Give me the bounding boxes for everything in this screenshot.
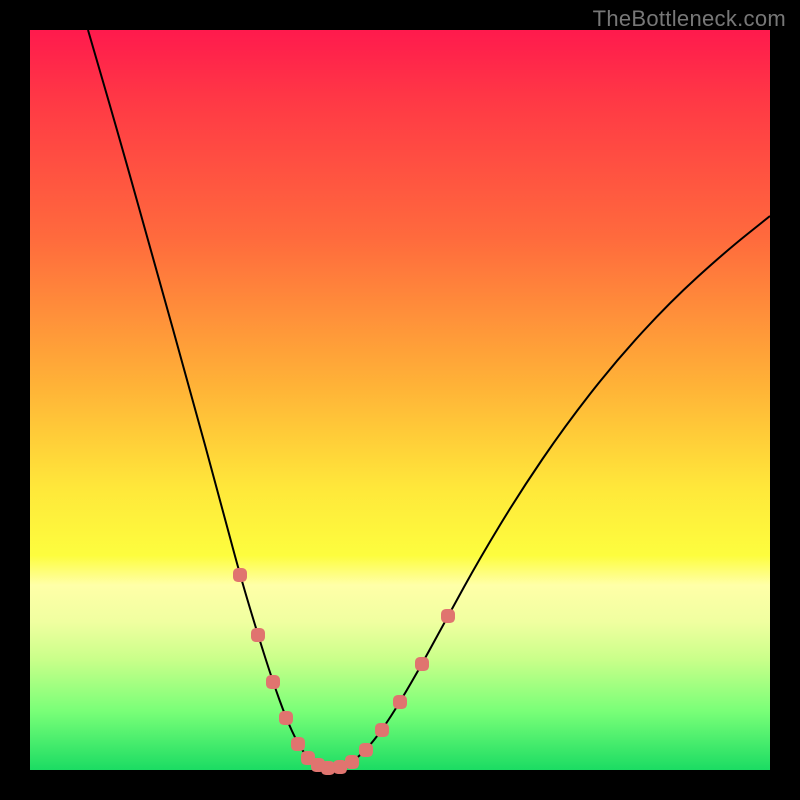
watermark-text: TheBottleneck.com bbox=[593, 6, 786, 32]
highlight-marker bbox=[321, 761, 335, 775]
highlight-marker bbox=[279, 711, 293, 725]
highlight-marker bbox=[415, 657, 429, 671]
highlight-marker bbox=[291, 737, 305, 751]
plot-area bbox=[30, 30, 770, 770]
highlight-marker bbox=[233, 568, 247, 582]
highlight-marker bbox=[251, 628, 265, 642]
highlight-marker bbox=[359, 743, 373, 757]
chart-frame: TheBottleneck.com bbox=[0, 0, 800, 800]
highlight-marker bbox=[333, 760, 347, 774]
curve-svg bbox=[30, 30, 770, 770]
bottleneck-curve bbox=[88, 30, 770, 768]
highlight-marker bbox=[393, 695, 407, 709]
highlight-marker bbox=[441, 609, 455, 623]
highlight-markers-group bbox=[233, 568, 455, 775]
highlight-marker bbox=[375, 723, 389, 737]
highlight-marker bbox=[345, 755, 359, 769]
bottleneck-curve-path bbox=[88, 30, 770, 768]
highlight-marker bbox=[266, 675, 280, 689]
